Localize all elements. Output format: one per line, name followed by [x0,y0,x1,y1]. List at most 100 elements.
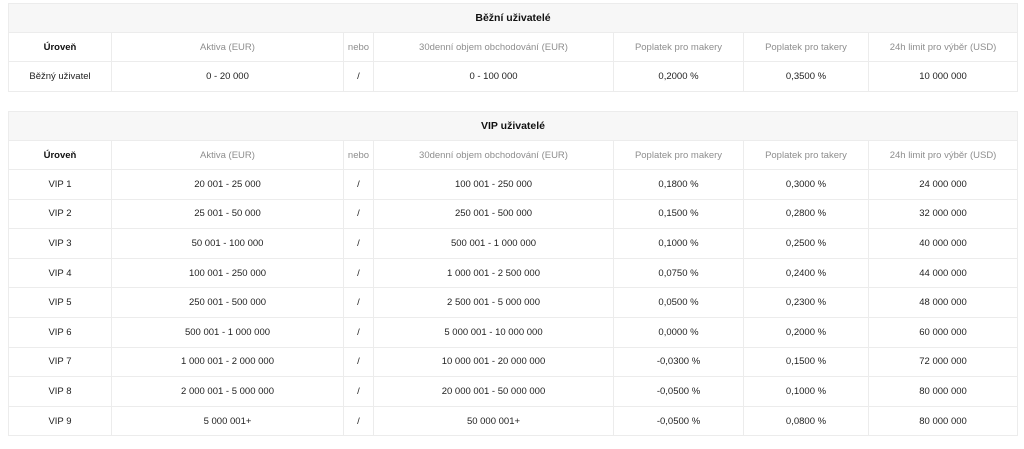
cell-assets: 100 001 - 250 000 [111,257,344,289]
vip-users-table: VIP uživatelé Úroveň Aktiva (EUR) nebo 30den… [7,111,1019,437]
table-row: VIP 5 250 001 - 500 000/2 500 001 - 5 000… [8,287,1019,318]
cell-assets: 1 000 001 - 2 000 000 [111,346,344,378]
header-assets: Aktiva (EUR) [111,140,344,170]
cell-or: / [343,376,374,407]
cell-assets: 25 001 - 50 000 [111,198,344,230]
cell-level: VIP 4 [8,257,112,289]
cell-withdrawal-limit: 80 000 000 [867,376,1019,407]
fee-tables: Běžní uživatelé Úroveň Aktiva (EUR) nebo 30d… [0,0,1024,449]
cell-volume: 1 000 001 - 2 500 000 [373,257,614,289]
cell-assets: 50 001 - 100 000 [111,228,344,259]
vip-table-title: VIP uživatelé [7,111,1019,141]
header-level: Úroveň [8,140,112,170]
cell-maker-fee: -0,0500 % [613,376,744,407]
cell-assets: 500 001 - 1 000 000 [111,316,344,348]
table-row: VIP 6 500 001 - 1 000 000/5 000 001 - 10 … [8,316,1019,348]
table-row: VIP 2 25 001 - 50 000/250 001 - 500 000 0,… [8,198,1019,230]
cell-volume: 50 000 001+ [373,405,614,437]
cell-taker-fee: 0,2400 % [743,257,869,289]
cell-withdrawal-limit: 48 000 000 [867,287,1019,318]
cell-volume: 5 000 001 - 10 000 000 [373,316,614,348]
cell-volume: 2 500 001 - 5 000 000 [373,287,614,318]
cell-withdrawal-limit: 40 000 000 [867,228,1019,259]
cell-level: Běžný uživatel [8,61,112,92]
cell-level: VIP 1 [8,169,112,200]
cell-maker-fee: 0,2000 % [613,61,744,92]
cell-withdrawal-limit: 32 000 000 [867,198,1019,230]
cell-withdrawal-limit: 80 000 000 [867,405,1019,437]
cell-volume: 0 - 100 000 [373,61,614,92]
table-row: VIP 82 000 001 - 5 000 000/20 000 001 - … [8,376,1019,407]
cell-level: VIP 7 [8,346,112,378]
cell-maker-fee: -0,0300 % [613,346,744,378]
cell-taker-fee: 0,0800 % [743,405,869,437]
regular-header-row: Úroveň Aktiva (EUR) nebo 30denní objem obch… [8,32,1019,62]
regular-table-title: Běžní uživatelé [7,3,1019,33]
cell-withdrawal-limit: 24 000 000 [867,169,1019,200]
header-maker-fee: Poplatek pro makery [613,32,744,62]
regular-table-title-row: Běžní uživatelé [7,3,1019,33]
cell-taker-fee: 0,1500 % [743,346,869,378]
table-row: VIP 3 50 001 - 100 000/500 001 - 1 000 00… [8,228,1019,259]
cell-maker-fee: 0,1500 % [613,198,744,230]
cell-maker-fee: 0,1000 % [613,228,744,259]
cell-volume: 500 001 - 1 000 000 [373,228,614,259]
cell-taker-fee: 0,3000 % [743,169,869,200]
cell-volume: 10 000 001 - 20 000 000 [373,346,614,378]
cell-assets: 5 000 001+ [111,405,344,437]
cell-assets: 0 - 20 000 [111,61,344,92]
header-taker-fee: Poplatek pro takery [743,140,869,170]
cell-withdrawal-limit: 10 000 000 [867,61,1019,92]
regular-users-table: Běžní uživatelé Úroveň Aktiva (EUR) nebo 30d… [7,3,1019,92]
cell-withdrawal-limit: 72 000 000 [867,346,1019,378]
header-level: Úroveň [8,32,112,62]
vip-table-title-row: VIP uživatelé [7,111,1019,141]
cell-or: / [343,61,374,92]
cell-assets: 2 000 001 - 5 000 000 [111,376,344,407]
cell-taker-fee: 0,2300 % [743,287,869,318]
cell-or: / [343,228,374,259]
table-row: Běžný uživatel 0 - 20 000/0 - 100 000 0,20… [8,61,1019,92]
header-maker-fee: Poplatek pro makery [613,140,744,170]
cell-or: / [343,169,374,200]
cell-or: / [343,257,374,289]
cell-volume: 100 001 - 250 000 [373,169,614,200]
header-withdrawal-limit: 24h limit pro výběr (USD) [867,32,1019,62]
cell-volume: 250 001 - 500 000 [373,198,614,230]
table-row: VIP 95 000 001+/50 000 001+ -0,0500 % 0,08… [8,405,1019,437]
cell-taker-fee: 0,3500 % [743,61,869,92]
header-withdrawal-limit: 24h limit pro výběr (USD) [867,140,1019,170]
cell-level: VIP 9 [8,405,112,437]
cell-level: VIP 2 [8,198,112,230]
cell-level: VIP 3 [8,228,112,259]
cell-maker-fee: 0,1800 % [613,169,744,200]
cell-volume: 20 000 001 - 50 000 000 [373,376,614,407]
cell-maker-fee: 0,0750 % [613,257,744,289]
cell-taker-fee: 0,2500 % [743,228,869,259]
table-row: VIP 4 100 001 - 250 000/1 000 001 - 2 500… [8,257,1019,289]
table-row: VIP 71 000 001 - 2 000 000/10 000 001 - … [8,346,1019,378]
header-taker-fee: Poplatek pro takery [743,32,869,62]
cell-taker-fee: 0,1000 % [743,376,869,407]
header-assets: Aktiva (EUR) [111,32,344,62]
cell-or: / [343,198,374,230]
cell-taker-fee: 0,2800 % [743,198,869,230]
cell-or: / [343,346,374,378]
header-or: nebo [343,140,374,170]
header-or: nebo [343,32,374,62]
header-volume: 30denní objem obchodování (EUR) [373,140,614,170]
cell-withdrawal-limit: 44 000 000 [867,257,1019,289]
table-row: VIP 1 20 001 - 25 000/100 001 - 250 000 0,… [8,169,1019,200]
cell-withdrawal-limit: 60 000 000 [867,316,1019,348]
cell-or: / [343,287,374,318]
cell-or: / [343,316,374,348]
cell-maker-fee: -0,0500 % [613,405,744,437]
header-volume: 30denní objem obchodování (EUR) [373,32,614,62]
cell-assets: 20 001 - 25 000 [111,169,344,200]
cell-or: / [343,405,374,437]
vip-header-row: Úroveň Aktiva (EUR) nebo 30denní objem obch… [8,140,1019,170]
cell-maker-fee: 0,0500 % [613,287,744,318]
cell-level: VIP 5 [8,287,112,318]
cell-level: VIP 6 [8,316,112,348]
cell-level: VIP 8 [8,376,112,407]
